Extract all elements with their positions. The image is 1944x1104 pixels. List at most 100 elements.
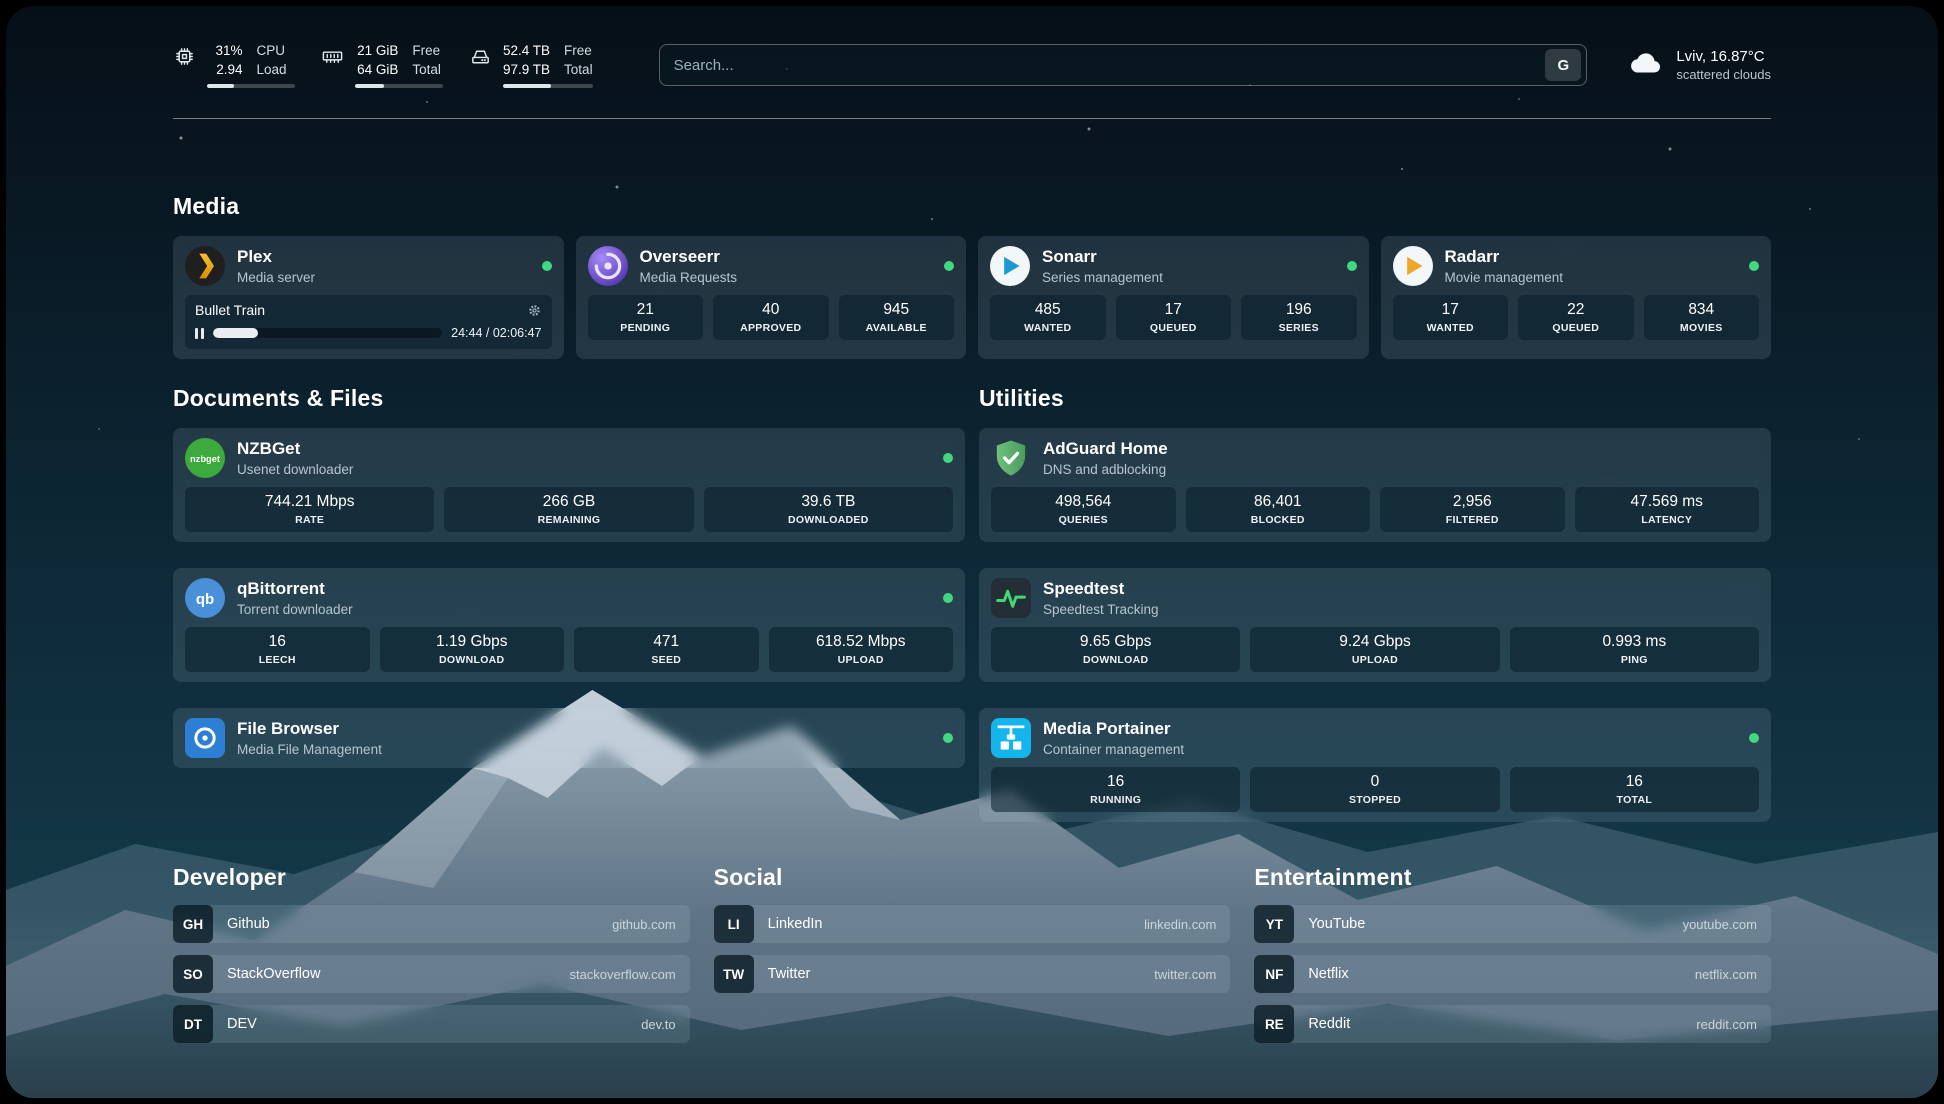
bookmark-name: Netflix (1308, 966, 1348, 982)
stat-value: 266 GB (448, 493, 689, 511)
service-name: Overseerr (640, 247, 738, 267)
weather-widget: Lviv, 16.87°C scattered clouds (1627, 44, 1771, 86)
svg-text:qb: qb (196, 591, 214, 608)
stat-label: FILTERED (1384, 514, 1561, 526)
nzbget-card-header: nzbget NZBGet Usenet downloader (185, 438, 953, 478)
speedtest-stat-ping: 0.993 ms PING (1510, 627, 1759, 672)
stat-label: SEED (578, 654, 755, 666)
stat-value: 498,564 (995, 493, 1172, 511)
bookmark-twitter[interactable]: TW Twitter twitter.com (714, 955, 1231, 993)
disk-total-value: 97.9 TB (503, 61, 550, 79)
stat-label: QUEUED (1522, 322, 1630, 334)
pause-icon[interactable] (195, 328, 204, 339)
stat-label: LEECH (189, 654, 366, 666)
status-dot (1749, 261, 1759, 271)
bookmark-name: YouTube (1308, 916, 1365, 932)
disk-free-label: Free (564, 42, 593, 60)
bookmark-name: Twitter (768, 966, 811, 982)
qbittorrent-icon: qb (185, 578, 225, 618)
radarr-card-header: Radarr Movie management (1393, 246, 1760, 286)
stat-value: 21 (592, 301, 700, 319)
overseerr-card[interactable]: Overseerr Media Requests 21 PENDING 40 A… (576, 236, 967, 359)
stat-label: UPLOAD (773, 654, 950, 666)
youtube-badge: YT (1254, 905, 1294, 943)
service-name: qBittorrent (237, 579, 353, 599)
plex-card[interactable]: Plex Media server Bullet Train (173, 236, 564, 359)
bookmark-dev[interactable]: DT DEV dev.to (173, 1005, 690, 1043)
cpu-widget: 31% CPU 2.94 Load (173, 42, 295, 88)
stat-label: MOVIES (1648, 322, 1756, 334)
adguard-card[interactable]: AdGuard Home DNS and adblocking 498,564 … (979, 428, 1771, 542)
filebrowser-icon (185, 718, 225, 758)
top-bar: 31% CPU 2.94 Load (173, 6, 1771, 88)
filebrowser-card[interactable]: File Browser Media File Management (173, 708, 965, 768)
bookmarks-section: Developer GH Github github.com SO StackO… (173, 822, 1771, 1043)
overseerr-stat-approved: 40 APPROVED (713, 295, 829, 340)
nzbget-stat-rate: 744.21 Mbps RATE (185, 487, 434, 532)
overseerr-stats: 21 PENDING 40 APPROVED 945 AVAILABLE (588, 295, 955, 340)
radarr-stat-queued: 22 QUEUED (1518, 295, 1634, 340)
netflix-badge: NF (1254, 955, 1294, 993)
service-desc: Media Requests (640, 270, 738, 285)
settings-gear-icon[interactable] (527, 303, 542, 318)
bookmark-stackoverflow[interactable]: SO StackOverflow stackoverflow.com (173, 955, 690, 993)
memory-widget: 21 GiB Free 64 GiB Total (321, 42, 443, 88)
portainer-stat-total: 16 TOTAL (1510, 767, 1759, 812)
reddit-badge: RE (1254, 1005, 1294, 1043)
topbar-divider (173, 118, 1771, 119)
service-desc: Torrent downloader (237, 602, 353, 617)
stat-label: SERIES (1245, 322, 1353, 334)
disk-progress-bar (503, 84, 593, 88)
overseerr-icon (588, 246, 628, 286)
overseerr-stat-available: 945 AVAILABLE (839, 295, 955, 340)
search-engine-button[interactable]: G (1545, 49, 1581, 81)
weather-condition: scattered clouds (1676, 67, 1771, 82)
stat-label: DOWNLOAD (995, 654, 1236, 666)
radarr-card[interactable]: Radarr Movie management 17 WANTED 22 QUE… (1381, 236, 1772, 359)
portainer-card[interactable]: Media Portainer Container management 16 … (979, 708, 1771, 822)
service-desc: DNS and adblocking (1043, 462, 1168, 477)
bookmark-url: twitter.com (1154, 967, 1230, 982)
nzbget-stat-downloaded: 39.6 TB DOWNLOADED (704, 487, 953, 532)
radarr-stats: 17 WANTED 22 QUEUED 834 MOVIES (1393, 295, 1760, 340)
weather-location: Lviv, 16.87°C (1676, 48, 1771, 65)
stat-label: APPROVED (717, 322, 825, 334)
speedtest-card[interactable]: Speedtest Speedtest Tracking 9.65 Gbps D… (979, 568, 1771, 682)
qbittorrent-stat-upload: 618.52 Mbps UPLOAD (769, 627, 954, 672)
cpu-usage-value: 31% (207, 42, 242, 60)
cpu-chip-icon (173, 45, 196, 73)
bookmark-github[interactable]: GH Github github.com (173, 905, 690, 943)
now-playing-title: Bullet Train (195, 302, 265, 318)
stat-value: 86,401 (1190, 493, 1367, 511)
bookmark-netflix[interactable]: NF Netflix netflix.com (1254, 955, 1771, 993)
stat-label: STOPPED (1254, 794, 1495, 806)
bookmark-linkedin[interactable]: LI LinkedIn linkedin.com (714, 905, 1231, 943)
bookmark-reddit[interactable]: RE Reddit reddit.com (1254, 1005, 1771, 1043)
plex-now-playing: Bullet Train 24:44 / 02:06:47 (185, 295, 552, 349)
qbittorrent-card[interactable]: qb qBittorrent Torrent downloader 16 LEE… (173, 568, 965, 682)
overseerr-stat-pending: 21 PENDING (588, 295, 704, 340)
bookmark-youtube[interactable]: YT YouTube youtube.com (1254, 905, 1771, 943)
stat-value: 618.52 Mbps (773, 633, 950, 651)
qbittorrent-stat-download: 1.19 Gbps DOWNLOAD (380, 627, 565, 672)
speedtest-stats: 9.65 Gbps DOWNLOAD 9.24 Gbps UPLOAD 0.99… (991, 627, 1759, 672)
sonarr-card[interactable]: Sonarr Series management 485 WANTED 17 Q… (978, 236, 1369, 359)
stat-value: 9.65 Gbps (995, 633, 1236, 651)
stat-label: BLOCKED (1190, 514, 1367, 526)
section-title-media: Media (173, 193, 1771, 220)
ram-free-value: 21 GiB (355, 42, 398, 60)
dev-badge: DT (173, 1005, 213, 1043)
adguard-stats: 498,564 QUERIES 86,401 BLOCKED 2,956 FIL… (991, 487, 1759, 532)
stat-value: 471 (578, 633, 755, 651)
section-title-utilities: Utilities (979, 385, 1771, 412)
nzbget-card[interactable]: nzbget NZBGet Usenet downloader 744.21 M… (173, 428, 965, 542)
bookmark-url: stackoverflow.com (569, 967, 689, 982)
ram-total-value: 64 GiB (355, 61, 398, 79)
stat-label: PING (1514, 654, 1755, 666)
stat-value: 40 (717, 301, 825, 319)
search-input[interactable] (674, 57, 1546, 74)
developer-column: Developer GH Github github.com SO StackO… (173, 822, 690, 1043)
bookmark-url: linkedin.com (1144, 917, 1230, 932)
stat-label: PENDING (592, 322, 700, 334)
playback-progress-bar (213, 328, 442, 338)
